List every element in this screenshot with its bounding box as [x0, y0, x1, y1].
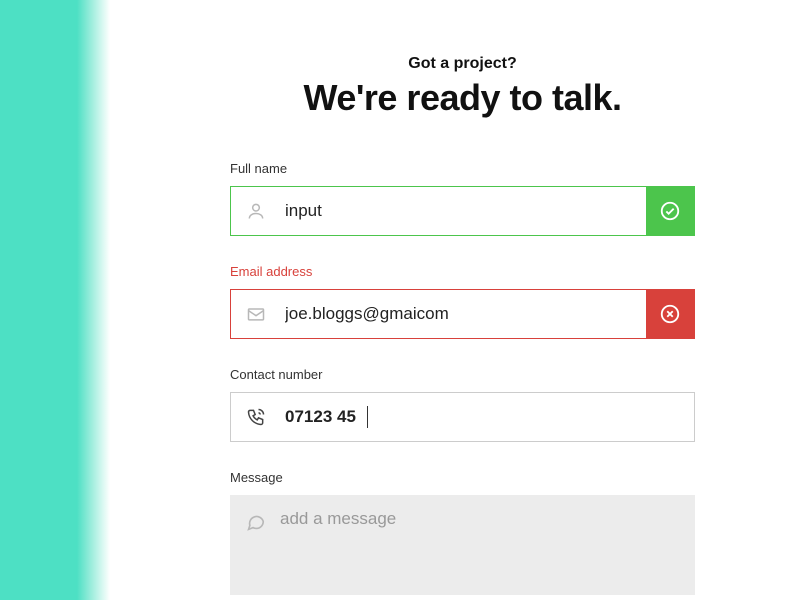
phone-input[interactable] — [281, 393, 694, 441]
message-field: Message — [230, 470, 695, 595]
email-input[interactable] — [281, 290, 646, 338]
valid-badge — [646, 187, 694, 235]
message-input-wrap — [230, 495, 695, 595]
envelope-icon — [231, 290, 281, 338]
fullname-input[interactable] — [281, 187, 646, 235]
email-field: Email address — [230, 264, 695, 339]
side-gradient — [0, 0, 110, 600]
user-icon — [231, 187, 281, 235]
fullname-label: Full name — [230, 161, 695, 176]
phone-input-wrap — [230, 392, 695, 442]
email-input-wrap — [230, 289, 695, 339]
message-input[interactable] — [280, 509, 695, 581]
contact-form: Got a project? We're ready to talk. Full… — [230, 55, 695, 595]
email-label: Email address — [230, 264, 695, 279]
text-caret — [367, 406, 368, 428]
message-label: Message — [230, 470, 695, 485]
phone-icon — [231, 393, 281, 441]
phone-label: Contact number — [230, 367, 695, 382]
page-title: We're ready to talk. — [230, 77, 695, 119]
phone-field: Contact number — [230, 367, 695, 442]
invalid-badge — [646, 290, 694, 338]
eyebrow-text: Got a project? — [230, 55, 695, 73]
fullname-input-wrap — [230, 186, 695, 236]
chat-icon — [230, 509, 280, 581]
fullname-field: Full name — [230, 161, 695, 236]
